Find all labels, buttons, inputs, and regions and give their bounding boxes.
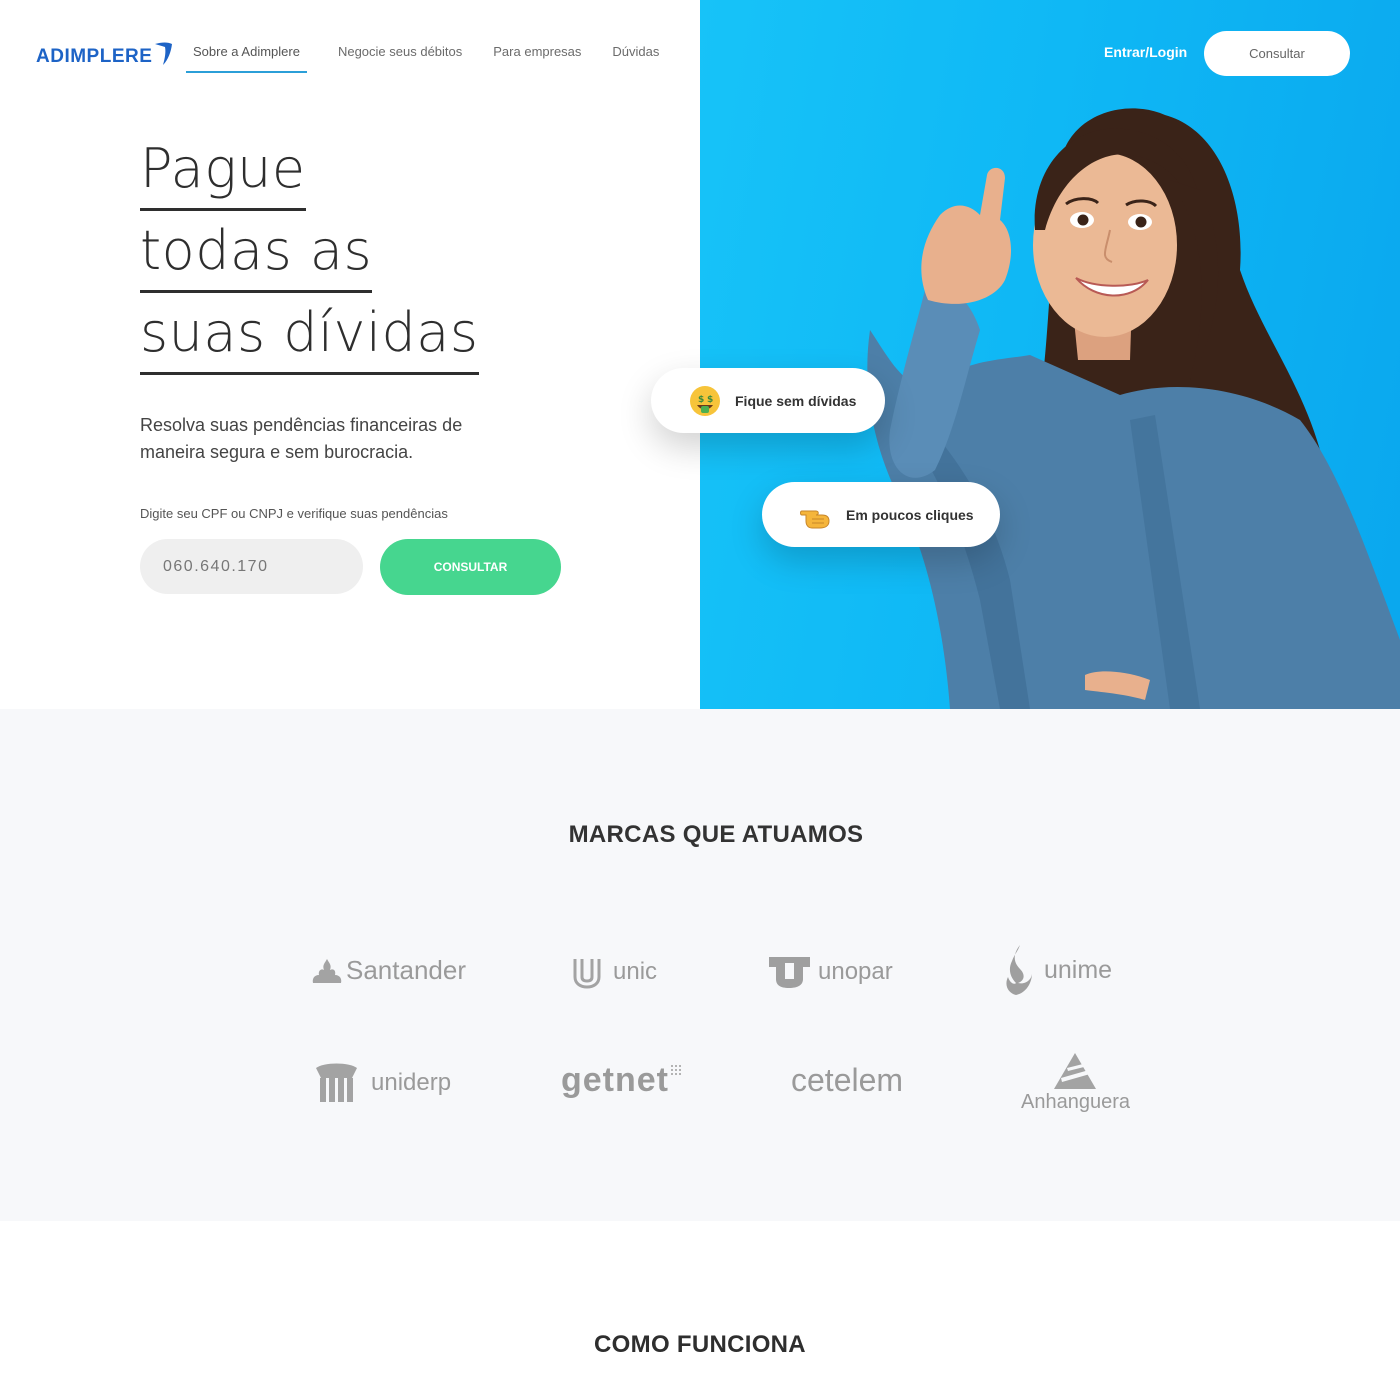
logo-text: ADIMPLERE	[36, 46, 153, 67]
brands-section: MARCAS QUE ATUAMOS Santander unic unopar…	[0, 709, 1400, 1221]
logo-swoosh-icon	[155, 42, 173, 65]
pill-label: Fique sem dívidas	[735, 392, 857, 409]
getnet-dots-icon	[671, 1065, 681, 1075]
brand-uniderp: uniderp	[314, 1062, 451, 1104]
nav-item-negocie[interactable]: Negocie seus débitos	[338, 44, 462, 73]
hero-subtitle: Resolva suas pendências financeiras de m…	[140, 415, 463, 462]
consult-button[interactable]: CONSULTAR	[380, 539, 561, 595]
santander-flame-icon	[312, 958, 342, 983]
main-nav: Sobre a Adimplere Negocie seus débitos P…	[186, 44, 690, 73]
uniderp-columns-icon	[316, 1063, 357, 1102]
hero-image-panel	[700, 0, 1400, 709]
brand-label: uniderp	[371, 1069, 452, 1096]
hero-headline: Pague todas as suas dívidas	[140, 134, 479, 380]
brand-getnet: getnet	[561, 1061, 681, 1100]
brand-label: getnet	[561, 1061, 669, 1099]
unopar-u-icon	[769, 957, 810, 988]
anhanguera-triangle-icon	[1054, 1053, 1097, 1089]
woman-pointing-up-image	[867, 108, 1400, 709]
unime-flame-icon	[1006, 945, 1032, 995]
cpf-field-label: Digite seu CPF ou CNPJ e verifique suas …	[140, 506, 448, 521]
headline-line-2: todas as	[140, 216, 373, 293]
brand-unic: unic	[571, 955, 657, 989]
how-it-works-title: COMO FUNCIONA	[594, 1331, 806, 1358]
brand-anhanguera: Anhanguera	[1021, 1052, 1130, 1114]
brand-unopar: unopar	[769, 955, 893, 989]
brand-cetelem: cetelem	[791, 1062, 903, 1099]
pointing-hand-emoji-icon	[800, 510, 830, 528]
nav-item-sobre[interactable]: Sobre a Adimplere	[186, 44, 307, 73]
pill-label: Em poucos cliques	[846, 506, 974, 523]
headline-line-1: Pague	[140, 134, 306, 211]
brand-label: unopar	[818, 958, 893, 985]
brand-label: unime	[1044, 955, 1113, 984]
brand-label: Anhanguera	[1021, 1091, 1130, 1113]
login-link[interactable]: Entrar/Login	[1104, 44, 1187, 60]
cpf-input[interactable]	[140, 539, 363, 594]
brand-logo[interactable]: ADIMPLERE	[36, 42, 173, 68]
pill-em-poucos-cliques: Em poucos cliques	[762, 482, 1000, 547]
nav-item-empresas[interactable]: Para empresas	[493, 44, 581, 73]
brand-unime: unime	[1004, 943, 1112, 997]
hero-section: ADIMPLERE Sobre a Adimplere Negocie seus…	[0, 0, 1400, 709]
nav-item-duvidas[interactable]: Dúvidas	[612, 44, 659, 73]
svg-text:$: $	[698, 395, 704, 405]
brand-santander: Santander	[312, 955, 466, 986]
brand-label: Santander	[346, 955, 466, 985]
header-consult-button[interactable]: Consultar	[1204, 31, 1350, 76]
unic-u-icon	[573, 959, 601, 989]
svg-text:$: $	[707, 395, 713, 405]
pill-fique-sem-dividas: $ $ Fique sem dívidas	[651, 368, 885, 433]
brands-title: MARCAS QUE ATUAMOS	[568, 821, 864, 848]
headline-line-3: suas dívidas	[140, 298, 479, 375]
money-mouth-emoji-icon: $ $	[690, 385, 720, 416]
brand-label: unic	[613, 958, 658, 985]
brand-label: cetelem	[791, 1062, 904, 1098]
